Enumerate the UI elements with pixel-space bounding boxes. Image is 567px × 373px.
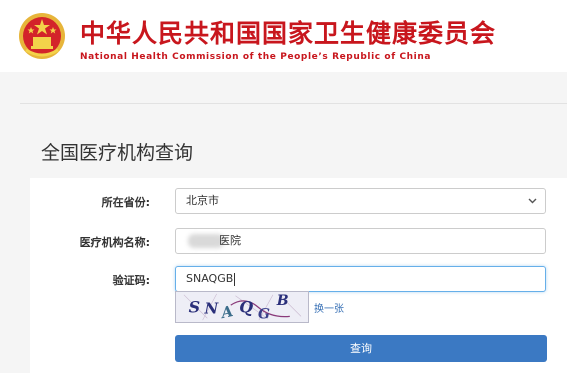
captcha-label: 验证码:: [112, 274, 150, 287]
query-submit-button[interactable]: 查询: [175, 335, 547, 362]
site-title-en: National Health Commission of the People…: [80, 52, 432, 62]
header-divider: [20, 103, 567, 104]
province-select-value: 北京市: [186, 194, 219, 207]
province-label: 所在省份:: [101, 196, 150, 209]
province-select[interactable]: 北京市: [175, 188, 546, 214]
chevron-down-icon: [528, 198, 537, 204]
institution-name-value: 医院: [219, 234, 241, 247]
captcha-input[interactable]: SNAQGB: [175, 266, 546, 292]
captcha-char: B: [276, 293, 289, 309]
national-emblem-icon: [19, 13, 65, 59]
institution-name-label: 医疗机构名称:: [79, 236, 150, 249]
site-title-cn: 中华人民共和国国家卫生健康委员会: [80, 19, 497, 48]
text-caret: [234, 272, 236, 286]
captcha-char: G: [258, 306, 270, 322]
page-title: 全国医疗机构查询: [41, 142, 194, 164]
captcha-image: S N A Q G B: [175, 291, 309, 323]
captcha-char: Q: [239, 298, 253, 317]
institution-name-input[interactable]: 医院: [175, 228, 546, 254]
site-header: 中华人民共和国国家卫生健康委员会 National Health Commiss…: [0, 0, 567, 72]
captcha-char: N: [204, 300, 220, 318]
refresh-captcha-link[interactable]: 换一张: [314, 300, 344, 315]
captcha-char: S: [189, 298, 201, 317]
captcha-input-value: SNAQGB: [186, 272, 234, 285]
